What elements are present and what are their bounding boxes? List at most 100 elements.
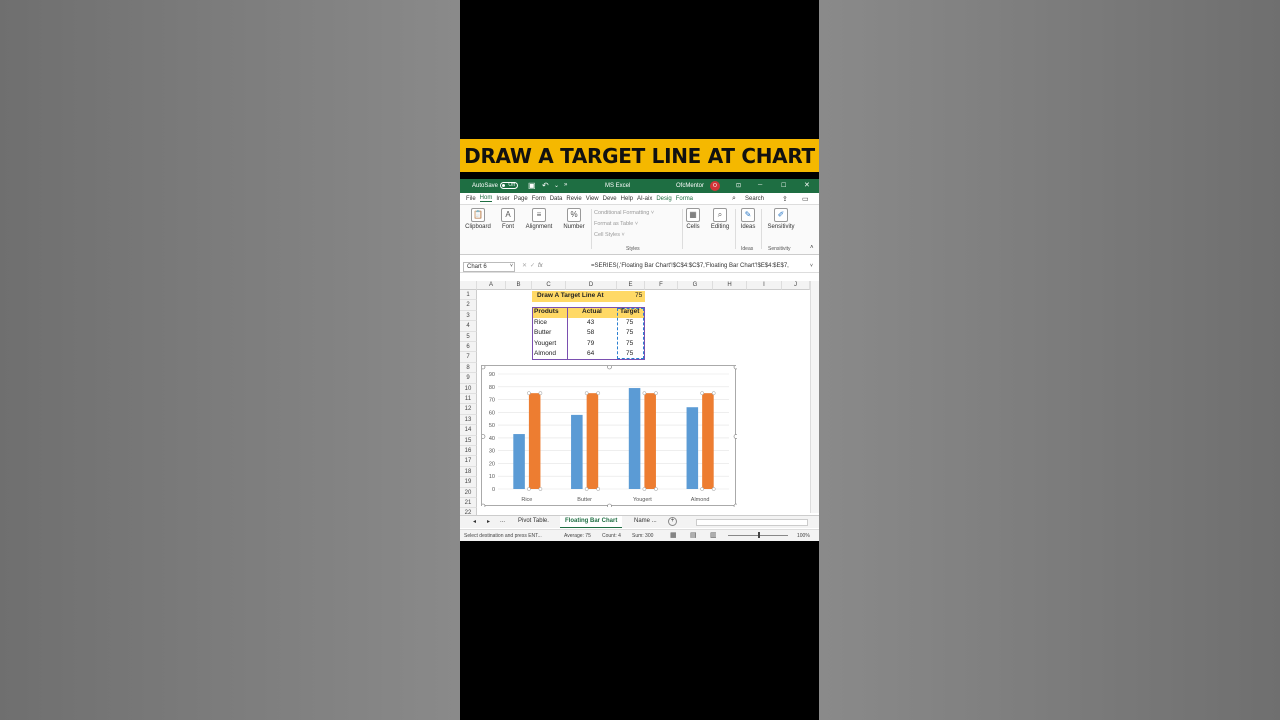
table-cell[interactable]: 75 — [626, 328, 633, 338]
number-group[interactable]: % Number — [560, 208, 588, 230]
sheet-tab-floating-bar-chart[interactable]: Floating Bar Chart — [560, 516, 623, 528]
column-header[interactable]: G — [678, 281, 713, 290]
column-header[interactable]: D — [566, 281, 617, 290]
normal-view-icon[interactable]: ▦ — [670, 531, 677, 539]
row-header[interactable]: 15 — [460, 435, 477, 446]
undo-icon[interactable]: ↶ — [542, 181, 549, 190]
tab-ai[interactable]: AI-aix — [637, 196, 652, 202]
row-header[interactable]: 11 — [460, 394, 477, 405]
row-header[interactable]: 5 — [460, 331, 477, 342]
row-header[interactable]: 20 — [460, 487, 477, 498]
ribbon-display-icon[interactable]: ⊡ — [736, 182, 741, 189]
column-header[interactable]: E — [617, 281, 645, 290]
horizontal-scrollbar[interactable] — [696, 519, 808, 526]
row-header[interactable]: 17 — [460, 456, 477, 467]
undo-dropdown-icon[interactable]: ⌄ — [554, 182, 559, 189]
autosave-toggle[interactable]: Off — [500, 182, 518, 189]
sheet-more[interactable]: ... — [500, 518, 505, 524]
row-header[interactable]: 18 — [460, 466, 477, 478]
comments-icon[interactable]: ▭ — [802, 195, 809, 203]
row-header[interactable]: 16 — [460, 446, 477, 457]
cancel-icon[interactable]: ✕ — [522, 262, 527, 269]
column-header[interactable]: B — [506, 281, 532, 290]
table-cell[interactable]: 75 — [626, 339, 633, 349]
column-header[interactable]: A — [477, 281, 506, 290]
expand-formula-icon[interactable]: ˅ — [810, 263, 813, 269]
tab-insert[interactable]: Inser — [496, 196, 509, 202]
collapse-ribbon-icon[interactable]: ˄ — [810, 245, 814, 251]
close-icon[interactable]: ✕ — [804, 181, 810, 189]
zoom-level[interactable]: 100% — [797, 533, 810, 539]
conditional-formatting-button[interactable]: Conditional Formatting ˅ — [594, 208, 682, 219]
table-cell[interactable]: 58 — [587, 328, 594, 338]
column-header[interactable]: H — [713, 281, 747, 290]
tab-formulas[interactable]: Form — [532, 196, 546, 202]
row-header[interactable]: 14 — [460, 425, 477, 436]
minimize-icon[interactable]: ─ — [758, 182, 762, 188]
row-header[interactable]: 13 — [460, 414, 477, 426]
font-group[interactable]: A Font — [496, 208, 520, 230]
share-icon[interactable]: ⇪ — [782, 195, 788, 203]
search-box[interactable]: Search — [745, 196, 764, 202]
table-cell[interactable]: 79 — [587, 339, 594, 349]
tab-page-layout[interactable]: Page — [514, 196, 528, 202]
row-header[interactable]: 7 — [460, 352, 477, 363]
formula-input[interactable]: =SERIES(,'Floating Bar Chart'!$C$4:$C$7,… — [591, 262, 817, 272]
editing-group[interactable]: ⌕ Editing — [708, 208, 732, 230]
tab-home[interactable]: Hom — [479, 195, 493, 202]
enter-icon[interactable]: ✓ — [530, 262, 535, 269]
select-all[interactable] — [460, 281, 477, 290]
name-box-dropdown-icon[interactable]: ˅ — [510, 263, 513, 269]
format-as-table-button[interactable]: Format as Table ˅ — [594, 219, 682, 230]
app-title[interactable]: MS Excel — [605, 183, 630, 189]
sensitivity-group[interactable]: ✐ Sensitivity — [764, 208, 798, 230]
table-cell[interactable]: Yougert — [534, 339, 556, 349]
sheet-tab-pivot[interactable]: Pivot Table. — [518, 518, 549, 524]
row-header[interactable]: 2 — [460, 300, 477, 311]
table-header[interactable]: Produts — [534, 307, 559, 317]
tab-view[interactable]: View — [586, 196, 599, 202]
row-header[interactable]: 4 — [460, 321, 477, 332]
sheet-nav-prev-icon[interactable]: ◂ — [473, 518, 476, 525]
column-header[interactable]: C — [532, 281, 566, 290]
row-header[interactable]: 21 — [460, 498, 477, 509]
worksheet[interactable]: A B C D E F G H I J 1 2 3 4 5 6 7 8 9 10 11 12 13 14 1… — [460, 281, 819, 519]
row-header[interactable]: 6 — [460, 342, 477, 353]
row-header[interactable]: 12 — [460, 404, 477, 415]
insert-function-icon[interactable]: fx — [538, 263, 543, 269]
column-header[interactable]: J — [782, 281, 810, 290]
page-layout-icon[interactable]: ▤ — [690, 531, 697, 539]
chart[interactable]: 0 10 20 30 40 50 60 70 80 90 Rice Butter Yougert Almo… — [480, 364, 739, 509]
table-cell[interactable]: Butter — [534, 328, 551, 338]
column-header[interactable]: F — [645, 281, 678, 290]
add-sheet-button[interactable]: + — [668, 517, 677, 526]
row-header[interactable]: 9 — [460, 373, 477, 384]
tab-help[interactable]: Help — [621, 196, 633, 202]
table-cell[interactable]: 75 — [626, 349, 633, 359]
tab-review[interactable]: Revie — [566, 196, 581, 202]
more-commands-icon[interactable]: » — [564, 182, 567, 188]
page-break-icon[interactable]: ▥ — [710, 531, 717, 539]
sheet-tab-name[interactable]: Name ... — [634, 518, 657, 524]
maximize-icon[interactable]: ☐ — [781, 182, 786, 189]
table-header[interactable]: Target — [620, 307, 639, 317]
table-cell[interactable]: Rice — [534, 318, 547, 328]
title-cell[interactable]: Draw A Target Line At — [537, 291, 604, 301]
column-header[interactable]: I — [747, 281, 782, 290]
table-cell[interactable]: 75 — [626, 318, 633, 328]
row-header[interactable]: 10 — [460, 383, 477, 394]
save-icon[interactable]: ▣ — [528, 181, 536, 190]
zoom-slider-thumb[interactable] — [758, 532, 760, 538]
vertical-scrollbar[interactable] — [810, 281, 819, 513]
tab-developer[interactable]: Deve — [603, 196, 617, 202]
table-cell[interactable]: 64 — [587, 349, 594, 359]
tab-data[interactable]: Data — [550, 196, 563, 202]
row-header[interactable]: 3 — [460, 310, 477, 322]
search-icon[interactable]: ⌕ — [732, 195, 736, 203]
clipboard-group[interactable]: 📋 Clipboard — [464, 208, 492, 230]
cell-styles-button[interactable]: Cell Styles ˅ — [594, 230, 682, 241]
title-value-cell[interactable]: 75 — [635, 291, 642, 301]
tab-file[interactable]: File — [466, 196, 476, 202]
table-header[interactable]: Actual — [582, 307, 602, 317]
tab-chart-format[interactable]: Forma — [676, 196, 693, 202]
